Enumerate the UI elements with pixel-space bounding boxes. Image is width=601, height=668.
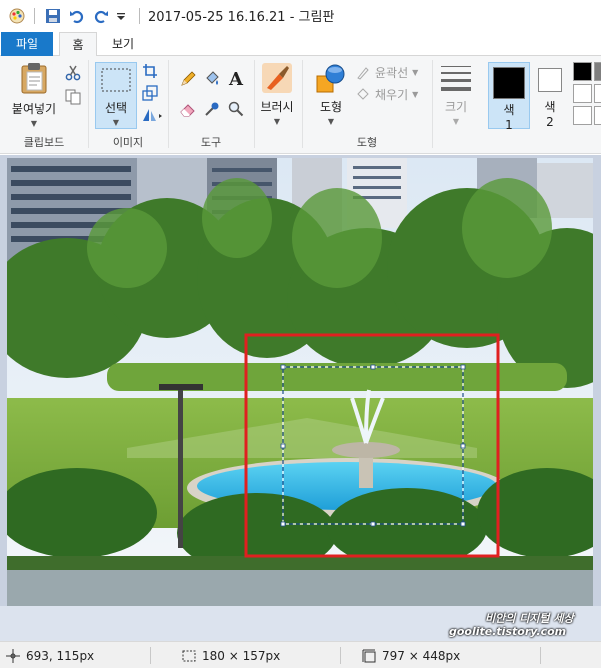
selection-size-icon: [182, 649, 196, 663]
ribbon-tabs: 파일 홈 보기: [0, 32, 601, 57]
shapes-button[interactable]: 도형 ▼: [311, 62, 351, 126]
watermark-line1: 비안의 디지털 세상: [485, 612, 574, 625]
status-divider: [150, 647, 151, 664]
clipboard-icon: [19, 62, 49, 94]
palette-swatch-black[interactable]: [573, 62, 592, 81]
chevron-down-icon: ▼: [327, 117, 335, 126]
title-divider: [139, 7, 140, 24]
color1-swatch: [493, 67, 525, 99]
group-divider: [254, 60, 255, 148]
color1-number: 1: [505, 118, 513, 132]
image-group-label: 이미지: [112, 136, 144, 149]
tools-group-label: 도구: [200, 136, 222, 149]
outline-label: 윤곽선: [375, 66, 409, 80]
status-divider: [540, 647, 541, 664]
fill-button[interactable]: 채우기 ▼: [355, 86, 418, 103]
color2-label: 색: [544, 100, 556, 114]
brushes-label: 브러시: [260, 100, 294, 114]
paste-button[interactable]: 붙여넣기 ▼: [6, 62, 62, 128]
eraser-icon[interactable]: [179, 100, 197, 118]
chevron-down-icon: ▼: [412, 68, 419, 77]
size-label: 크기: [444, 100, 468, 114]
title-bar: 2017-05-25 16.16.21 - 그림판: [0, 0, 601, 32]
watermark: 비안의 디지털 세상 goolite.tistory.com: [449, 612, 574, 638]
cut-icon[interactable]: [64, 64, 82, 82]
chevron-down-icon: ▼: [30, 119, 38, 128]
cursor-position-icon: [6, 648, 20, 663]
park-fountain-photo: [7, 158, 593, 606]
line-width-icon: [440, 64, 472, 92]
select-button[interactable]: 선택 ▼: [95, 62, 137, 129]
crop-icon[interactable]: [141, 62, 159, 80]
cursor-position: 693, 115px: [6, 642, 94, 668]
brush-icon: [261, 62, 293, 94]
ribbon-home: 붙여넣기 ▼ 클립보드 선택 ▼ 이미지 A 도구 브러시 ▼ 도형 ▼ 윤곽선…: [0, 56, 601, 154]
photo-canvas[interactable]: [7, 158, 593, 606]
pencil-icon[interactable]: [179, 70, 197, 88]
color1-button[interactable]: 색 1: [488, 62, 530, 132]
fill-bucket-icon[interactable]: [203, 70, 221, 88]
image-size: 797 × 448px: [362, 642, 460, 668]
paint-app-icon[interactable]: [8, 7, 26, 25]
brushes-button[interactable]: 브러시 ▼: [256, 62, 298, 126]
chevron-down-icon: ▼: [112, 118, 120, 127]
chevron-down-icon: ▼: [412, 90, 419, 99]
undo-icon[interactable]: [67, 6, 87, 26]
fill-bucket-icon: [355, 87, 371, 103]
color2-button[interactable]: 색 2: [532, 62, 568, 129]
image-size-text: 797 × 448px: [382, 648, 461, 663]
group-clipboard: 붙여넣기 ▼ 클립보드: [0, 56, 88, 153]
select-label: 선택: [104, 101, 128, 115]
tab-file[interactable]: 파일: [1, 32, 53, 56]
clipboard-group-label: 클립보드: [23, 136, 65, 149]
palette-swatch-empty[interactable]: [573, 106, 592, 125]
group-divider: [432, 60, 433, 148]
group-image: 선택 ▼ 이미지: [89, 56, 167, 153]
image-size-icon: [362, 649, 376, 663]
quick-access-divider: [34, 7, 35, 24]
resize-icon[interactable]: [141, 84, 159, 102]
tab-home[interactable]: 홈: [59, 32, 97, 57]
palette-swatch-empty[interactable]: [594, 84, 601, 103]
save-icon[interactable]: [43, 6, 63, 26]
palette-swatch-empty[interactable]: [594, 62, 601, 81]
group-tools: A 도구: [169, 56, 253, 153]
shapes-icon: [315, 62, 347, 94]
rotate-icon[interactable]: [141, 106, 163, 124]
canvas-area[interactable]: [0, 155, 601, 641]
cursor-position-text: 693, 115px: [26, 648, 95, 663]
shapes-group-label: 도형: [356, 136, 378, 149]
palette-swatch-empty[interactable]: [594, 106, 601, 125]
chevron-down-icon: ▼: [452, 117, 460, 126]
tab-view[interactable]: 보기: [103, 32, 143, 56]
copy-icon[interactable]: [64, 88, 82, 106]
shapes-label: 도형: [319, 100, 343, 114]
selection-size: 180 × 157px: [182, 642, 280, 668]
paste-label: 붙여넣기: [11, 102, 57, 116]
color2-number: 2: [546, 115, 554, 129]
status-bar: 693, 115px 180 × 157px 797 × 448px: [0, 641, 601, 668]
color1-label: 색: [503, 103, 515, 117]
group-shapes: 도형 ▼ 윤곽선 ▼ 채우기 ▼ 도형: [303, 56, 431, 153]
watermark-line2: goolite.tistory.com: [449, 625, 567, 638]
fill-label: 채우기: [375, 88, 409, 102]
customize-dropdown-icon[interactable]: [115, 6, 127, 26]
status-divider: [340, 647, 341, 664]
redo-icon[interactable]: [91, 6, 111, 26]
outline-brush-icon: [355, 65, 371, 81]
color-picker-icon[interactable]: [203, 100, 221, 118]
selection-rect-icon: [100, 67, 132, 93]
color2-swatch: [538, 68, 562, 92]
magnifier-icon[interactable]: [227, 100, 245, 118]
window-title: 2017-05-25 16.16.21 - 그림판: [148, 10, 335, 25]
palette-swatch-empty[interactable]: [573, 84, 592, 103]
selection-size-text: 180 × 157px: [202, 648, 281, 663]
size-button[interactable]: 크기 ▼: [436, 64, 476, 126]
chevron-down-icon: ▼: [273, 117, 281, 126]
outline-button[interactable]: 윤곽선 ▼: [355, 64, 418, 81]
text-tool-icon[interactable]: A: [227, 69, 245, 90]
